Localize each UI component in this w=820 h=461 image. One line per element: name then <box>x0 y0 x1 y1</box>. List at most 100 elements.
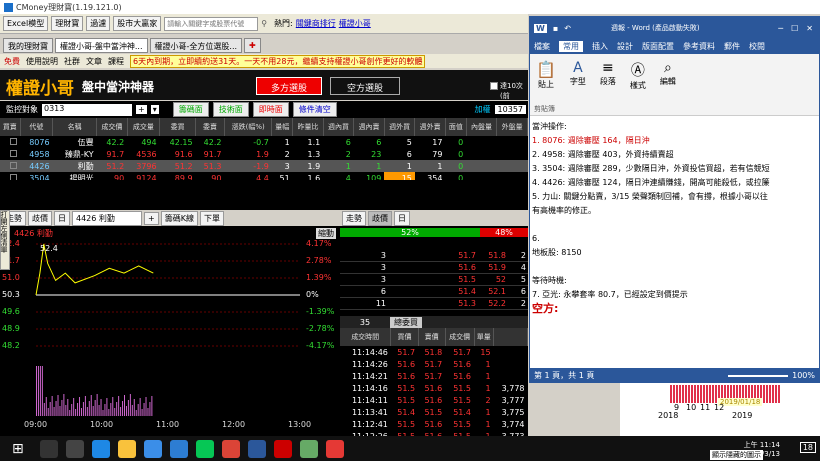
clear-button[interactable]: 條件清空 <box>292 102 337 117</box>
search-task-icon[interactable] <box>39 439 58 458</box>
trade-col-1[interactable]: 買價 <box>390 328 419 346</box>
tab-daytrade[interactable]: 權證小哥-盤中當沖神... <box>55 38 148 53</box>
order-button[interactable]: 下單 <box>199 210 224 226</box>
word-tab-0[interactable]: 檔案 <box>534 41 550 52</box>
col-header-7[interactable]: 漲跌(幅%) <box>224 118 273 136</box>
table-row[interactable]: 4426 利勤 51.2 3796 51.2 51.3 -1.9 3 1.9 1 1 1 1 0 <box>0 160 528 172</box>
plus-button[interactable]: + <box>144 211 159 225</box>
table-row[interactable]: 8076 伍豐 42.2 494 42.15 42.2 -0.7 1 1.1 6 6 5 17 0 <box>0 136 528 148</box>
search-input[interactable] <box>164 16 259 31</box>
row-checkbox[interactable] <box>10 161 18 169</box>
styles-button[interactable]: Ⓐ 樣式 <box>630 60 646 91</box>
realtime-button[interactable]: 即時面 <box>252 102 289 117</box>
table-row[interactable]: 4958 臻鼎-KY 91.7 4536 91.6 91.7 1.9 2 1.3 2 23 6 79 0 <box>0 148 528 160</box>
word-tab-5[interactable]: 參考資料 <box>683 41 715 52</box>
side-trend-tab[interactable]: 走勢 <box>342 210 366 226</box>
font-button[interactable]: A 字型 <box>570 60 586 87</box>
excel-model-button[interactable]: Excel模型 <box>3 16 49 31</box>
article-link[interactable]: 文章 <box>86 56 102 67</box>
notes-icon[interactable] <box>299 439 318 458</box>
clock-time[interactable]: 上午 11:14 <box>744 440 780 450</box>
stock-select[interactable]: 4426 利勤 <box>72 210 142 226</box>
word-close-icon[interactable]: ✕ <box>806 24 813 33</box>
row-checkbox[interactable] <box>10 149 18 157</box>
col-header-15[interactable]: 內盤量 <box>466 118 498 136</box>
tab-all-select[interactable]: 權證小哥-全方位選股... <box>149 38 243 53</box>
course-link[interactable]: 課程 <box>108 56 124 67</box>
paste-button[interactable]: 📋 貼上 <box>536 60 556 90</box>
col-header-3[interactable]: 成交價 <box>96 118 128 136</box>
paragraph-button[interactable]: ≡ 段落 <box>600 60 616 87</box>
col-header-13[interactable]: 週外賣 <box>414 118 446 136</box>
word-minimize-icon[interactable]: ─ <box>778 24 783 33</box>
side-price-tab[interactable]: 歧價 <box>368 210 392 226</box>
monitor-select[interactable]: 0313 <box>42 103 132 116</box>
market-winner-button[interactable]: 股市大贏家 <box>113 16 162 31</box>
help-link[interactable]: 使用說明 <box>26 56 58 67</box>
col-header-14[interactable]: 面值 <box>445 118 467 136</box>
trade-col-3[interactable]: 成交價 <box>445 328 475 346</box>
chip-k-button[interactable]: 籌碼K線 <box>160 210 198 226</box>
side-list-tab[interactable]: 打開左側清單 <box>0 210 10 270</box>
filter-button[interactable]: 過濾 <box>86 16 111 31</box>
store-icon[interactable] <box>169 439 188 458</box>
col-header-4[interactable]: 成交量 <box>127 118 161 136</box>
edit-button[interactable]: ⌕ 編輯 <box>660 60 676 87</box>
word-tab-3[interactable]: 設計 <box>617 41 633 52</box>
col-header-10[interactable]: 週內買 <box>323 118 355 136</box>
word-tab-7[interactable]: 校閱 <box>749 41 765 52</box>
taskview-icon[interactable] <box>65 439 84 458</box>
chrome-icon[interactable] <box>221 439 240 458</box>
word-document[interactable]: 當沖操作: 1. 8076: 週除審壓 164，隔日沖 2. 4958: 週除審壓 … <box>530 116 819 368</box>
word-save-icon[interactable]: ▪ <box>553 24 558 33</box>
search-icon[interactable]: ⚲ <box>261 19 267 28</box>
ie-icon[interactable] <box>143 439 162 458</box>
long-select-button[interactable]: 多方選股 <box>256 77 322 95</box>
hot-link-warrant[interactable]: 權證小哥 <box>339 18 371 29</box>
hot-link-ranking[interactable]: 關鍵商排行 <box>296 18 336 29</box>
tech-button[interactable]: 技術面 <box>212 102 249 117</box>
word-tab-6[interactable]: 郵件 <box>724 41 740 52</box>
word-maximize-icon[interactable]: ☐ <box>791 24 798 33</box>
word-tab-1[interactable]: 常用 <box>559 41 583 52</box>
col-header-2[interactable]: 名稱 <box>52 118 98 136</box>
col-header-8[interactable]: 量幅 <box>271 118 294 136</box>
tab-my-wealth[interactable]: 我的理財寶 <box>3 38 53 53</box>
renewal-marquee[interactable]: 6天內到期，立即續約送31天。一天不用28元，繼續支持權證小哥創作更好的軟體 <box>130 54 426 68</box>
chip-button[interactable]: 籌碼面 <box>172 102 209 117</box>
trade-col-4[interactable]: 單量 <box>474 328 495 346</box>
side-day-tab[interactable]: 日 <box>394 210 410 226</box>
wealth-button[interactable]: 理財寶 <box>51 16 84 31</box>
col-header-16[interactable]: 外盤量 <box>496 118 528 136</box>
app-icon-2[interactable] <box>325 439 344 458</box>
col-header-5[interactable]: 委買 <box>159 118 197 136</box>
col-header-12[interactable]: 週外買 <box>384 118 416 136</box>
checkbox-reset[interactable] <box>490 82 498 90</box>
price-tab[interactable]: 歧價 <box>28 210 52 226</box>
col-header-1[interactable]: 代號 <box>20 118 54 136</box>
line-icon[interactable] <box>195 439 214 458</box>
trade-col-0[interactable]: 成交時間 <box>340 328 392 346</box>
col-header-11[interactable]: 週內賣 <box>353 118 385 136</box>
community-link[interactable]: 社群 <box>64 56 80 67</box>
notification-badge[interactable]: 18 <box>799 442 816 453</box>
row-checkbox[interactable] <box>10 137 18 145</box>
add-button[interactable]: + <box>136 105 147 114</box>
word-tab-2[interactable]: 插入 <box>592 41 608 52</box>
col-header-6[interactable]: 委賣 <box>195 118 225 136</box>
folder-icon[interactable] <box>117 439 136 458</box>
start-icon[interactable]: ⊞ <box>12 441 24 457</box>
short-select-button[interactable]: 空方選股 <box>330 77 400 95</box>
new-tab-button[interactable]: ✚ <box>244 38 261 53</box>
word-tab-4[interactable]: 版面配置 <box>642 41 674 52</box>
day-tab[interactable]: 日 <box>54 210 70 226</box>
word-undo-icon[interactable]: ↶ <box>564 24 571 33</box>
col-header-0[interactable]: 買賣 <box>0 118 21 136</box>
cmoney-icon[interactable] <box>273 439 292 458</box>
free-link[interactable]: 免費 <box>4 56 20 67</box>
edge-icon[interactable] <box>91 439 110 458</box>
trade-col-2[interactable]: 賣價 <box>418 328 446 346</box>
col-header-9[interactable]: 昨量比 <box>292 118 324 136</box>
dropdown-icon[interactable]: ▾ <box>150 105 159 114</box>
word-task-icon[interactable] <box>247 439 266 458</box>
